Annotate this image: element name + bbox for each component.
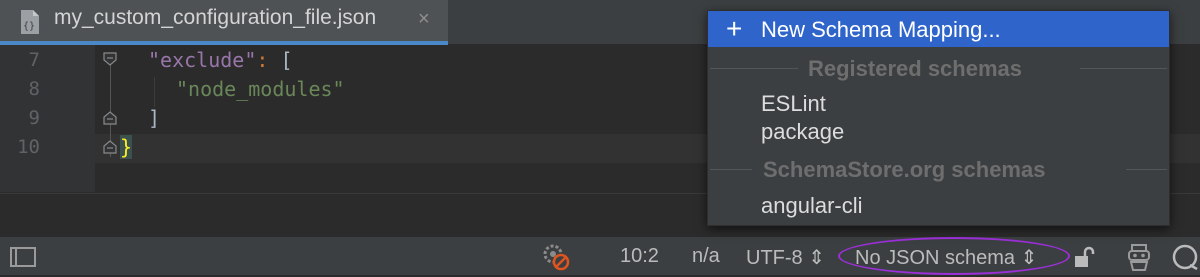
line-number: 10 [17,136,40,158]
line-separator[interactable]: n/a [692,245,720,268]
fold-end-icon[interactable] [102,111,118,125]
json-brace-highlighted: } [120,135,133,159]
line-number: 7 [28,49,40,71]
code-line-8: "node_modules" [176,77,345,101]
schemastore-schemas-header: SchemaStore.org schemas [763,157,1046,182]
schema-item-eslint[interactable]: ESLint [761,91,826,117]
code-line-10: } [120,135,133,159]
code-line-7: "exclude": [ [148,48,293,72]
fold-end-icon[interactable] [102,140,118,154]
caret-position[interactable]: 10:2 [620,245,659,268]
inspector-icon[interactable] [1124,242,1154,277]
notifications-icon[interactable] [1172,244,1198,275]
toggle-tool-windows-icon[interactable] [9,246,37,273]
encoding-selector[interactable]: UTF-8 ⇕ [746,245,825,270]
fold-open-icon[interactable] [102,52,118,66]
file-tab[interactable]: {} my_custom_configuration_file.json × [0,0,448,41]
line-number: 9 [28,107,40,129]
json-colon: : [256,48,281,72]
code-line-9: ] [148,106,160,130]
json-string: "node_modules" [176,77,345,101]
json-bracket: ] [148,106,161,130]
json-key: "exclude" [148,48,257,72]
schema-item-package[interactable]: package [761,119,844,145]
close-tab-icon[interactable]: × [418,8,430,31]
json-file-icon: {} [19,9,41,35]
json-bracket: [ [280,48,293,72]
separator [1126,169,1167,170]
svg-text:{}: {} [23,21,35,32]
indent-guide [154,77,155,107]
plus-icon: + [726,13,743,44]
new-schema-mapping-item[interactable]: + New Schema Mapping... [708,11,1169,47]
json-schema-popup: + New Schema Mapping... Registered schem… [707,10,1170,226]
status-bar: 10:2 n/a UTF-8 ⇕ No JSON schema ⇕ [0,236,1200,275]
line-number: 8 [28,78,40,100]
new-schema-mapping-label: New Schema Mapping... [761,17,1001,42]
unlocked-icon[interactable] [1072,245,1096,274]
separator [710,169,752,170]
separator [1080,68,1167,69]
separator [710,68,798,69]
power-save-gear-icon[interactable] [540,241,572,276]
tab-filename: my_custom_configuration_file.json [54,6,377,29]
schema-item-angular-cli[interactable]: angular-cli [761,193,863,219]
registered-schemas-header: Registered schemas [808,56,1022,81]
schema-highlight-annotation [838,237,1070,275]
